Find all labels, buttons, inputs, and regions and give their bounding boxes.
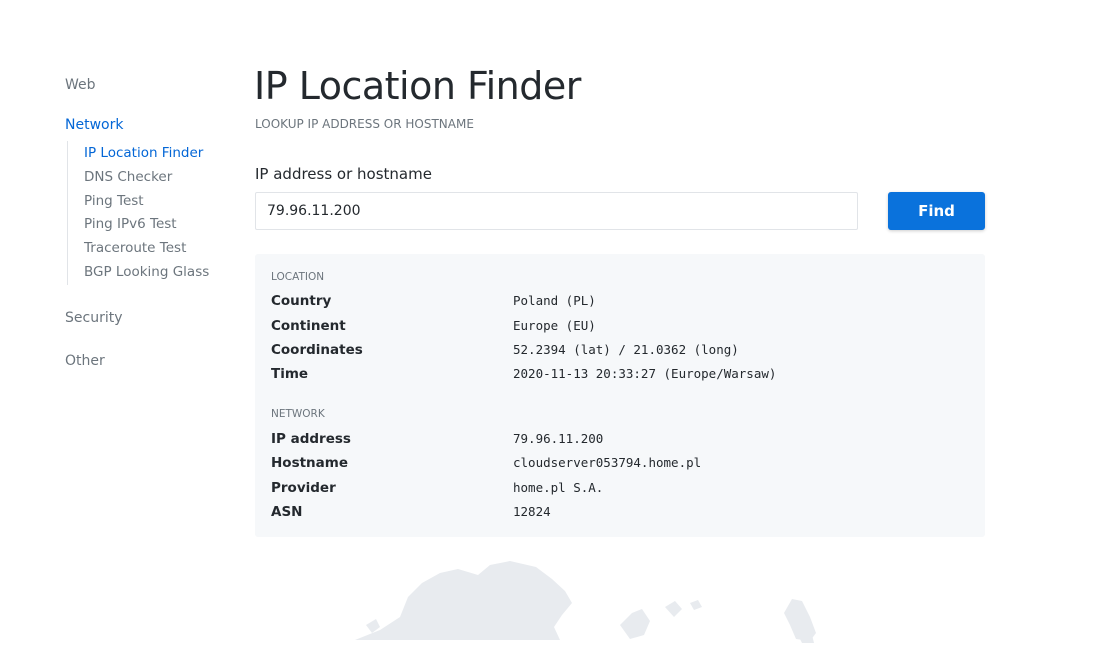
ip-field-label: IP address or hostname bbox=[255, 165, 432, 183]
provider-value: home.pl S.A. bbox=[513, 480, 604, 495]
hostname-value: cloudserver053794.home.pl bbox=[513, 455, 702, 470]
coordinates-value: 52.2394 (lat) / 21.0362 (long) bbox=[513, 342, 739, 357]
country-value: Poland (PL) bbox=[513, 293, 596, 308]
sidebar-section-other[interactable]: Other bbox=[65, 353, 105, 369]
sidebar-item-bgp-looking-glass[interactable]: BGP Looking Glass bbox=[84, 264, 209, 280]
time-key: Time bbox=[271, 366, 309, 382]
sidebar-item-ping-test[interactable]: Ping Test bbox=[84, 193, 144, 209]
ip-address-value: 79.96.11.200 bbox=[513, 431, 604, 446]
sidebar-item-traceroute-test[interactable]: Traceroute Test bbox=[84, 240, 186, 256]
ip-address-key: IP address bbox=[271, 431, 351, 447]
continent-value: Europe (EU) bbox=[513, 318, 596, 333]
time-value: 2020-11-13 20:33:27 (Europe/Warsaw) bbox=[513, 366, 777, 381]
ip-hostname-input[interactable] bbox=[255, 192, 858, 230]
coordinates-key: Coordinates bbox=[271, 342, 363, 358]
network-subnav: IP Location Finder DNS Checker Ping Test… bbox=[67, 141, 235, 285]
sidebar-section-network[interactable]: Network bbox=[65, 117, 123, 133]
network-heading: NETWORK bbox=[271, 408, 325, 420]
sidebar-item-dns-checker[interactable]: DNS Checker bbox=[84, 169, 172, 185]
result-card: LOCATION Country Poland (PL) Continent E… bbox=[255, 254, 985, 537]
sidebar-item-ip-location-finder[interactable]: IP Location Finder bbox=[84, 145, 203, 161]
location-heading: LOCATION bbox=[271, 271, 325, 283]
country-key: Country bbox=[271, 293, 332, 309]
world-map-decoration bbox=[355, 561, 816, 643]
provider-key: Provider bbox=[271, 480, 336, 496]
page-subtitle: LOOKUP IP ADDRESS OR HOSTNAME bbox=[255, 117, 474, 131]
continent-key: Continent bbox=[271, 318, 346, 334]
sidebar-section-web[interactable]: Web bbox=[65, 77, 96, 93]
asn-value: 12824 bbox=[513, 504, 551, 519]
sidebar-item-ping-ipv6-test[interactable]: Ping IPv6 Test bbox=[84, 216, 177, 232]
asn-key: ASN bbox=[271, 504, 303, 520]
page-title: IP Location Finder bbox=[254, 64, 581, 108]
find-button[interactable]: Find bbox=[888, 192, 985, 230]
page: Web Network IP Location Finder DNS Check… bbox=[0, 0, 1098, 655]
hostname-key: Hostname bbox=[271, 455, 349, 471]
sidebar-section-security[interactable]: Security bbox=[65, 310, 123, 326]
